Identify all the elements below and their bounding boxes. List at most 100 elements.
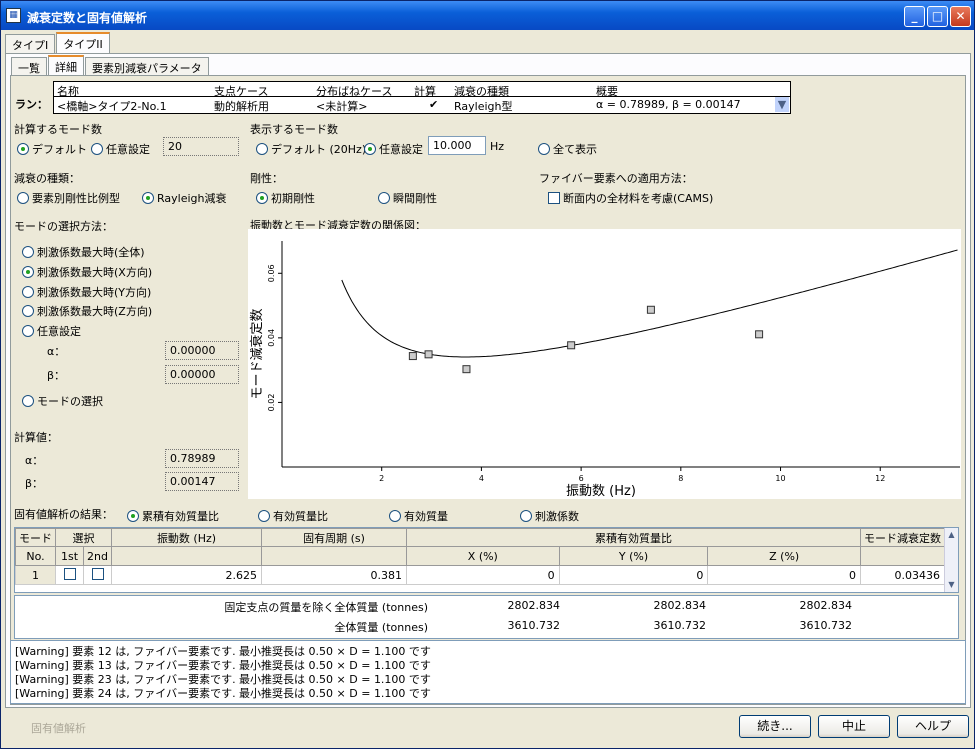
fiber-cams-checkbox[interactable]: 断面内の全材料を考慮(CAMS) bbox=[548, 190, 713, 206]
radio-icon bbox=[258, 510, 270, 522]
result-mass-radio[interactable]: 有効質量 bbox=[389, 508, 448, 524]
display-modes-custom-label: 任意設定 bbox=[379, 143, 423, 156]
display-modes-field[interactable]: 10.000 bbox=[428, 136, 486, 155]
result-cum-radio[interactable]: 累積有効質量比 bbox=[127, 508, 219, 524]
mode-select-x-radio[interactable]: 刺激係数最大時(X方向) bbox=[22, 264, 152, 280]
calc-modes-section: 計算するモード数 デフォルト 任意設定 20 bbox=[11, 117, 245, 163]
run-grid[interactable]: 名称 支点ケース 分布ばねケース 計算 減衰の種類 概要 <橋軸>タイプ2-No… bbox=[53, 81, 791, 114]
tab-type2[interactable]: タイプII bbox=[56, 32, 110, 53]
calc-values-section: 計算値： α： 0.78989 β： 0.00147 bbox=[11, 425, 245, 499]
tab-detail[interactable]: 詳細 bbox=[48, 55, 84, 76]
damping-element-label: 要素別剛性比例型 bbox=[32, 192, 120, 205]
row-1st-checkbox[interactable] bbox=[55, 565, 84, 585]
display-modes-unit: Hz bbox=[490, 140, 505, 153]
stiffness-section: 剛性： 初期剛性 瞬間剛性 bbox=[248, 166, 534, 209]
radio-icon bbox=[22, 325, 34, 337]
x-tick-label: 2 bbox=[379, 474, 384, 483]
table-scrollbar[interactable]: ▲ ▼ bbox=[944, 528, 958, 592]
row-period: 0.381 bbox=[261, 565, 407, 585]
display-all-radio[interactable]: 全て表示 bbox=[538, 141, 597, 157]
title-bar[interactable]: ▦ 減衰定数と固有値解析 _ □ ✕ bbox=[1, 1, 974, 30]
calc-values-title: 計算値： bbox=[14, 431, 58, 444]
run-spring: <未計算> bbox=[316, 100, 368, 113]
row-2nd-checkbox[interactable] bbox=[83, 565, 112, 585]
mode-select-z-radio[interactable]: 刺激係数最大時(Z方向) bbox=[22, 303, 152, 319]
radio-icon bbox=[91, 143, 103, 155]
mode-select-all-radio[interactable]: 刺激係数最大時(全体) bbox=[22, 244, 145, 260]
x-tick-label: 8 bbox=[678, 474, 683, 483]
col-1st: 1st bbox=[55, 546, 84, 566]
x-axis-label: 振動数 (Hz) bbox=[566, 484, 636, 499]
y-tick-label: 0.04 bbox=[267, 329, 276, 347]
tab-list[interactable]: 一覧 bbox=[11, 57, 47, 76]
mode-select-y-radio[interactable]: 刺激係数最大時(Y方向) bbox=[22, 284, 151, 300]
calc-beta-field[interactable]: 0.00147 bbox=[165, 472, 239, 491]
calc-modes-field[interactable]: 20 bbox=[163, 137, 239, 156]
data-point bbox=[408, 352, 417, 361]
result-title: 固有値解析の結果： bbox=[14, 508, 113, 521]
mode-select-title: モードの選択方法： bbox=[14, 220, 113, 233]
fiber-title: ファイバー要素への適用方法： bbox=[539, 172, 693, 185]
mode-alpha-field[interactable]: 0.00000 bbox=[165, 341, 239, 360]
tab-element-damping[interactable]: 要素別減衰パラメータ bbox=[85, 57, 209, 76]
mode-alpha-label: α： bbox=[47, 345, 66, 358]
radio-icon bbox=[256, 143, 268, 155]
stiffness-initial-radio[interactable]: 初期剛性 bbox=[256, 190, 315, 206]
col-z: Z (%) bbox=[707, 546, 861, 566]
eigen-analysis-disabled: 固有値解析 bbox=[31, 722, 86, 735]
calc-modes-custom-radio[interactable]: 任意設定 bbox=[91, 141, 150, 157]
radio-icon bbox=[22, 305, 34, 317]
display-all-label: 全て表示 bbox=[553, 143, 597, 156]
result-cum-label: 累積有効質量比 bbox=[142, 510, 219, 523]
stiffness-tangent-radio[interactable]: 瞬間剛性 bbox=[378, 190, 437, 206]
result-table[interactable]: モード 選択 振動数 (Hz) 固有周期 (s) 累積有効質量比 モード減衰定数… bbox=[14, 527, 959, 593]
display-modes-section: 表示するモード数 デフォルト (20Hz) 任意設定 10.000 Hz 全て表… bbox=[248, 117, 961, 163]
result-ratio-radio[interactable]: 有効質量比 bbox=[258, 508, 328, 524]
result-factor-radio[interactable]: 刺激係数 bbox=[520, 508, 579, 524]
minimize-icon[interactable]: _ bbox=[904, 6, 925, 27]
col-2nd: 2nd bbox=[83, 546, 112, 566]
app-icon: ▦ bbox=[6, 8, 21, 23]
damping-element-radio[interactable]: 要素別剛性比例型 bbox=[17, 190, 120, 206]
chevron-down-icon[interactable]: ▼ bbox=[775, 97, 789, 112]
mode-select-y-label: 刺激係数最大時(Y方向) bbox=[37, 286, 152, 299]
radio-icon bbox=[538, 143, 550, 155]
mode-select-custom-label: 任意設定 bbox=[37, 325, 81, 338]
mass-summary: 固定支点の質量を除く全体質量 (tonnes) 2802.834 2802.83… bbox=[14, 595, 959, 639]
damping-rayleigh-radio[interactable]: Rayleigh減衰 bbox=[142, 190, 227, 206]
scroll-up-icon[interactable]: ▲ bbox=[945, 528, 958, 542]
data-point bbox=[462, 365, 471, 374]
mass-row1-label: 固定支点の質量を除く全体質量 (tonnes) bbox=[224, 601, 428, 614]
run-label: ラン： bbox=[15, 98, 48, 111]
col-freq: 振動数 (Hz) bbox=[111, 528, 262, 547]
help-button[interactable]: ヘルプ bbox=[897, 715, 969, 738]
maximize-icon[interactable]: □ bbox=[927, 6, 948, 27]
continue-button[interactable]: 続き... bbox=[739, 715, 811, 738]
calc-alpha-field[interactable]: 0.78989 bbox=[165, 449, 239, 468]
mode-beta-field[interactable]: 0.00000 bbox=[165, 365, 239, 384]
radio-icon bbox=[378, 192, 390, 204]
scroll-down-icon[interactable]: ▼ bbox=[945, 578, 958, 592]
data-point bbox=[646, 305, 655, 314]
mode-select-custom-radio[interactable]: 任意設定 bbox=[22, 323, 81, 339]
radio-icon bbox=[22, 286, 34, 298]
close-icon[interactable]: ✕ bbox=[950, 6, 971, 27]
data-point bbox=[424, 350, 433, 359]
type-tabs: タイプI タイプII bbox=[5, 32, 111, 53]
display-modes-custom-radio[interactable]: 任意設定 bbox=[364, 141, 423, 157]
table-row[interactable]: 1 2.625 0.381 0 0 0 0.03436 bbox=[15, 565, 945, 585]
display-modes-default-radio[interactable]: デフォルト (20Hz) bbox=[256, 141, 366, 157]
display-modes-default-label: デフォルト (20Hz) bbox=[271, 143, 367, 156]
result-factor-label: 刺激係数 bbox=[535, 510, 579, 523]
row-y: 0 bbox=[558, 565, 709, 585]
chart-area: 2 4 6 8 10 12 0.02 0.04 0.06 振動数 (Hz) モード減衰定数 bbox=[248, 229, 961, 499]
mode-select-section: モードの選択方法： 刺激係数最大時(全体) 刺激係数最大時(X方向) 刺激係数最… bbox=[11, 212, 245, 422]
mode-choice-label: モードの選択 bbox=[37, 395, 103, 408]
x-tick-label: 6 bbox=[579, 474, 584, 483]
cancel-button[interactable]: 中止 bbox=[818, 715, 890, 738]
mass-row1-z: 2802.834 bbox=[799, 599, 853, 612]
tab-type1[interactable]: タイプI bbox=[5, 34, 56, 53]
mode-choice-radio[interactable]: モードの選択 bbox=[22, 393, 103, 409]
radio-icon bbox=[364, 143, 376, 155]
calc-modes-default-radio[interactable]: デフォルト bbox=[17, 141, 87, 157]
